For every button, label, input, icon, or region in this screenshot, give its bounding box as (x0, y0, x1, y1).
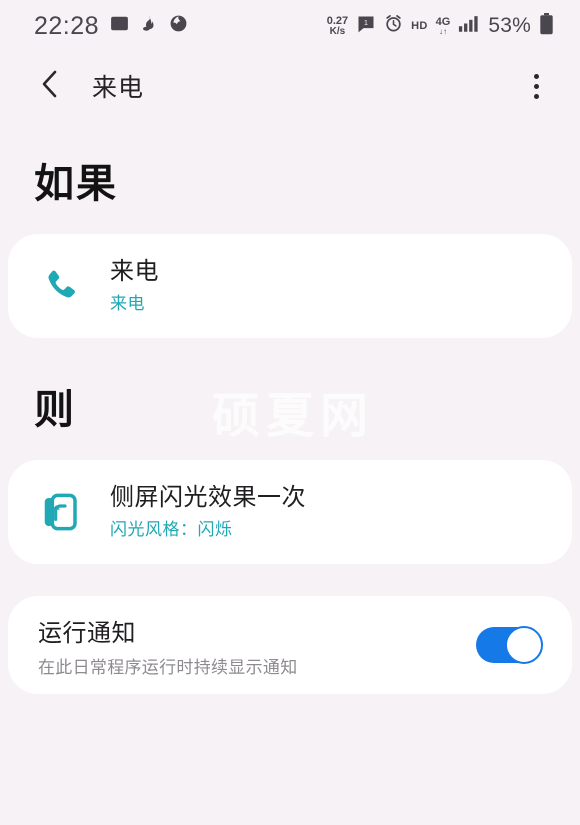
message-icon: 1 (356, 14, 376, 39)
trigger-card-title: 来电 (110, 257, 159, 285)
notification-toggle-subtitle: 在此日常程序运行时持续显示通知 (38, 657, 298, 677)
status-bar: 22:28 0.27 K/s 1 HD 4G ↓↑ 53% (0, 0, 580, 52)
app-icon-1 (140, 14, 158, 38)
action-card-subtitle: 闪光风格：闪烁 (110, 520, 233, 540)
notification-toggle-card[interactable]: 运行通知 在此日常程序运行时持续显示通知 (8, 596, 572, 694)
notification-toggle-text: 运行通知 在此日常程序运行时持续显示通知 (38, 613, 476, 678)
network-speed-unit: K/s (329, 25, 346, 37)
alarm-icon (384, 14, 403, 38)
page-title: 来电 (92, 74, 145, 102)
app-bar: 来电 (0, 52, 580, 120)
trigger-card-incoming-call[interactable]: 来电 来电 (8, 234, 572, 338)
network-type-label: 4G (435, 15, 451, 28)
battery-icon (539, 12, 554, 40)
action-card-edge-lighting[interactable]: 侧屏闪光效果一次 闪光风格：闪烁 (8, 460, 572, 564)
status-bar-left: 22:28 (34, 12, 188, 41)
trigger-card-subtitle: 来电 (110, 294, 145, 314)
main-content: 如果 来电 来电 则 侧屏闪光效果一次 闪光风格：闪烁 运行通知 在此日常程序运… (0, 164, 580, 694)
battery-percent-label: 53% (488, 14, 531, 37)
network-speed-indicator: 0.27 K/s (326, 14, 349, 37)
app-icon-2 (169, 14, 188, 38)
action-card-title: 侧屏闪光效果一次 (110, 483, 306, 511)
hd-badge: HD (411, 20, 428, 32)
status-bar-right: 0.27 K/s 1 HD 4G ↓↑ 53% (326, 12, 554, 40)
trigger-card-text: 来电 来电 (110, 258, 159, 315)
more-options-button[interactable] (518, 66, 554, 106)
notification-toggle-switch[interactable] (476, 626, 543, 664)
back-chevron-icon (39, 69, 61, 104)
action-card-text: 侧屏闪光效果一次 闪光风格：闪烁 (110, 484, 306, 541)
more-vertical-icon-dot-1 (533, 73, 539, 79)
more-vertical-icon-dot-2 (533, 83, 539, 89)
status-clock: 22:28 (34, 11, 100, 40)
signal-bars-icon (458, 14, 480, 38)
section-header-then: 则 (34, 388, 76, 432)
network-arrows: ↓↑ (439, 26, 448, 36)
toggle-knob (505, 626, 543, 664)
network-type-indicator: 4G ↓↑ (435, 15, 451, 36)
section-header-if: 如果 (34, 162, 118, 206)
back-button[interactable] (30, 66, 70, 106)
image-icon (110, 14, 129, 38)
network-speed-value: 0.27 (326, 14, 349, 27)
phone-icon (34, 267, 88, 305)
svg-text:1: 1 (364, 17, 368, 26)
more-vertical-icon-dot-3 (533, 93, 539, 99)
edge-lighting-icon (34, 492, 88, 532)
notification-toggle-title: 运行通知 (38, 619, 136, 647)
